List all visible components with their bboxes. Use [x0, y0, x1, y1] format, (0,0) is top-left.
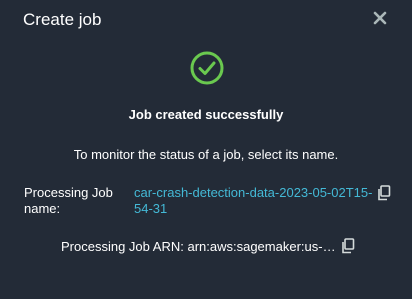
check-circle-icon [189, 50, 225, 86]
processing-job-name-label: Processing Job name: [24, 185, 113, 216]
modal-title: Create job [23, 10, 102, 29]
copy-arn-icon[interactable] [341, 238, 355, 254]
create-job-modal: Create job Job created successfully To m… [0, 0, 412, 299]
processing-job-arn-value: arn:aws:sagemaker:us-west… [187, 239, 336, 254]
close-icon[interactable] [372, 10, 388, 26]
success-headline: Job created successfully [128, 107, 284, 122]
instruction-text: To monitor the status of a job, select i… [73, 147, 339, 162]
processing-job-arn-label: Processing Job ARN: [61, 239, 184, 254]
modal-header: Create job [23, 10, 101, 30]
processing-job-name-link[interactable]: car-crash-detection-data-2023-05-02T15-5… [134, 185, 374, 217]
copy-icon[interactable] [377, 185, 391, 201]
processing-job-arn: Processing Job ARN: arn:aws:sagemaker:us… [61, 239, 336, 255]
